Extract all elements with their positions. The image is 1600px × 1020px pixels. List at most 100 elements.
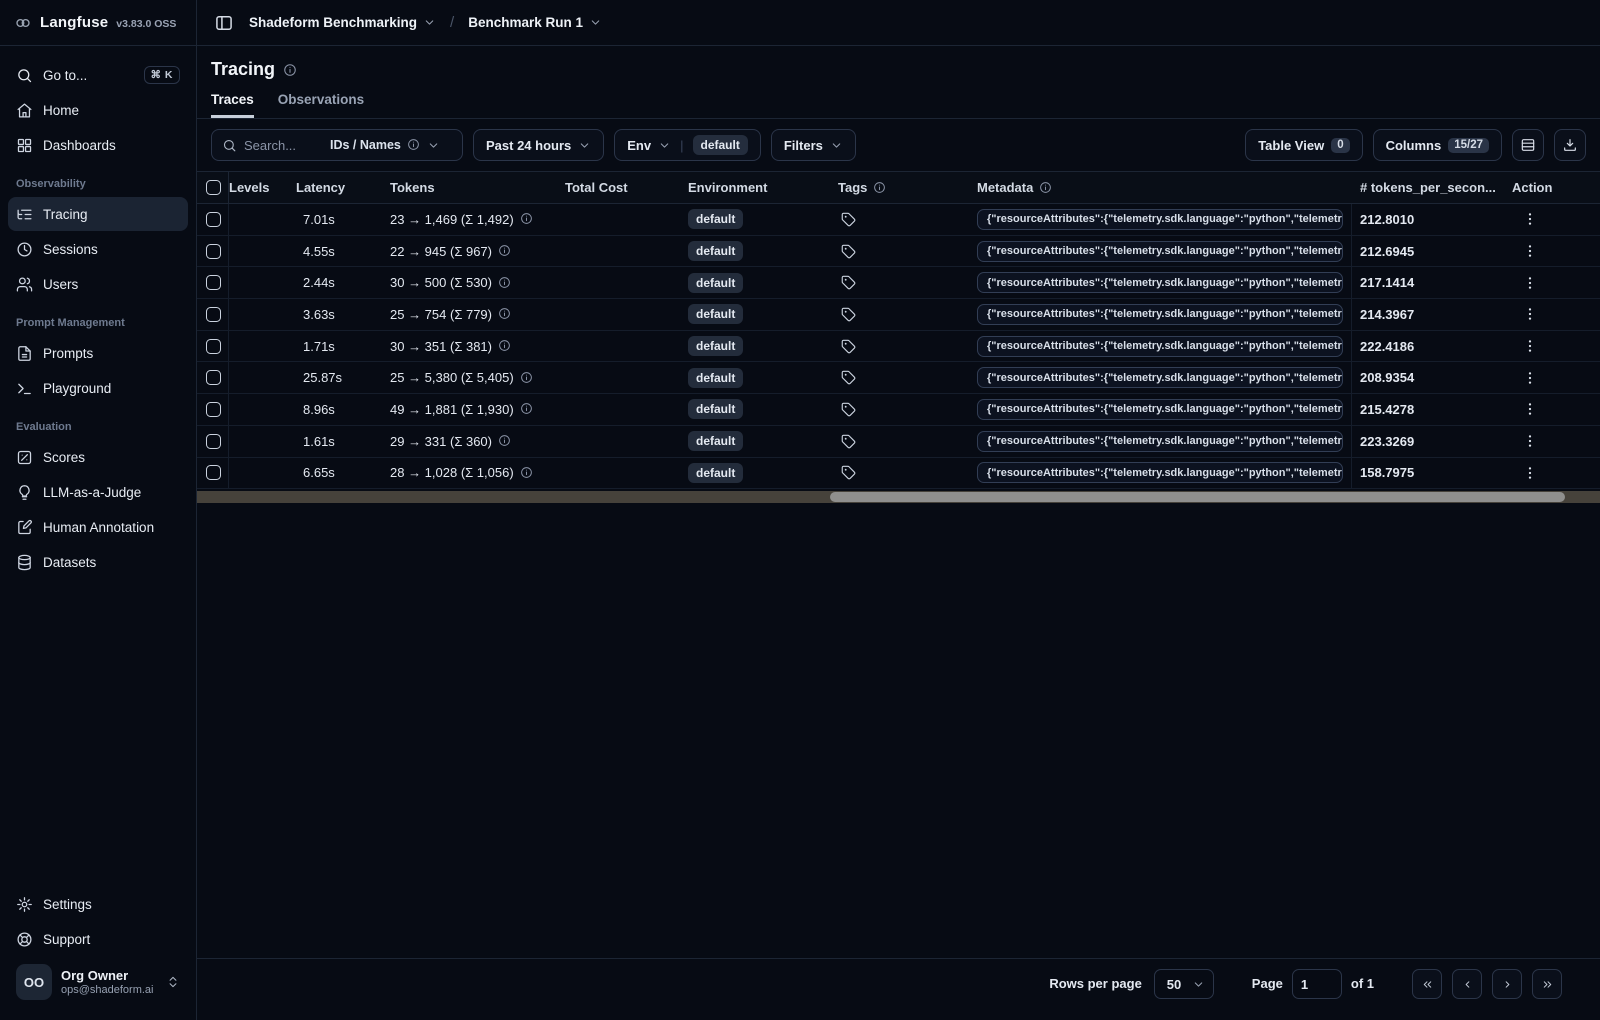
table-row[interactable]: 7.01s 23 → 1,469 (Σ 1,492) default {"res… [197,204,1600,236]
columns-button[interactable]: Columns 15/27 [1372,129,1502,161]
environment-badge: default [688,431,744,452]
environment-filter[interactable]: Env | default [614,129,761,161]
column-header-levels[interactable]: Levels [229,180,296,195]
info-icon [520,402,534,416]
sidebar-item-playground[interactable]: Playground [8,371,188,405]
sidebar-item-prompts[interactable]: Prompts [8,336,188,370]
row-checkbox[interactable] [206,370,221,386]
metadata-chip[interactable]: {"resourceAttributes":{"telemetry.sdk.la… [977,208,1343,230]
account-menu[interactable]: OO Org Owner ops@shadeform.ai [8,956,188,1012]
sidebar-item-users[interactable]: Users [8,267,188,301]
column-header-tags[interactable]: Tags [838,180,975,195]
row-checkbox[interactable] [206,306,221,322]
file-text-icon [16,345,33,362]
sidebar-item-scores[interactable]: Scores [8,440,188,474]
next-page-button[interactable] [1492,969,1522,999]
metadata-chip[interactable]: {"resourceAttributes":{"telemetry.sdk.la… [977,367,1343,389]
row-checkbox[interactable] [206,243,221,259]
tab-traces[interactable]: Traces [211,92,254,118]
column-header-total-cost[interactable]: Total Cost [565,180,688,195]
table-row[interactable]: 3.63s 25 → 754 (Σ 779) default {"resourc… [197,299,1600,331]
sidebar-item-settings[interactable]: Settings [8,887,188,921]
metadata-chip[interactable]: {"resourceAttributes":{"telemetry.sdk.la… [977,462,1343,484]
kebab-menu-icon[interactable] [1522,401,1538,417]
table-row[interactable]: 8.96s 49 → 1,881 (Σ 1,930) default {"res… [197,394,1600,426]
sidebar-item-human-annotation[interactable]: Human Annotation [8,510,188,544]
tag-icon[interactable] [841,465,856,480]
row-checkbox[interactable] [206,211,221,227]
select-all-checkbox[interactable] [206,180,221,195]
rows-per-page-select[interactable]: 50 [1153,969,1214,999]
sidebar-item-llm-as-a-judge[interactable]: LLM-as-a-Judge [8,475,188,509]
sidebar-item-datasets[interactable]: Datasets [8,545,188,579]
kebab-menu-icon[interactable] [1522,370,1538,386]
column-header-latency[interactable]: Latency [296,180,390,195]
time-range-label: Past 24 hours [486,137,572,153]
tag-icon[interactable] [841,275,856,290]
tag-icon[interactable] [841,307,856,322]
table-row[interactable]: 4.55s 22 → 945 (Σ 967) default {"resourc… [197,235,1600,268]
goto-search-button[interactable]: Go to... ⌘ K [8,58,188,92]
environment-badge: default [688,336,744,357]
metadata-chip[interactable]: {"resourceAttributes":{"telemetry.sdk.la… [977,240,1343,262]
metadata-chip[interactable]: {"resourceAttributes":{"telemetry.sdk.la… [977,272,1343,294]
table-row[interactable]: 6.65s 28 → 1,028 (Σ 1,056) default {"res… [197,457,1600,490]
column-header-tokens[interactable]: Tokens [390,180,565,195]
tab-observations[interactable]: Observations [278,92,364,118]
time-range-dropdown[interactable]: Past 24 hours [473,129,605,161]
project-switcher[interactable]: Benchmark Run 1 [468,15,602,30]
tag-icon[interactable] [841,434,856,449]
sidebar-item-support[interactable]: Support [8,922,188,956]
sidebar-item-tracing[interactable]: Tracing [8,197,188,231]
search-container[interactable]: IDs / Names [211,129,463,161]
row-height-button[interactable] [1512,129,1544,161]
filters-dropdown[interactable]: Filters [770,129,856,161]
org-switcher[interactable]: Shadeform Benchmarking [249,15,436,30]
sidebar-item-home[interactable]: Home [8,93,188,127]
tag-icon[interactable] [841,212,856,227]
tag-icon[interactable] [841,339,856,354]
previous-page-button[interactable] [1452,969,1482,999]
avatar: OO [16,964,52,1000]
first-page-button[interactable] [1412,969,1442,999]
row-checkbox[interactable] [206,433,221,449]
search-mode-dropdown[interactable]: IDs / Names [330,138,440,152]
column-header-environment[interactable]: Environment [688,180,838,195]
metadata-chip[interactable]: {"resourceAttributes":{"telemetry.sdk.la… [977,335,1343,357]
row-checkbox[interactable] [206,401,221,417]
tag-icon[interactable] [841,244,856,259]
sidebar-item-sessions[interactable]: Sessions [8,232,188,266]
sidebar-toggle-icon[interactable] [211,10,237,36]
table-row[interactable]: 1.61s 29 → 331 (Σ 360) default {"resourc… [197,425,1600,458]
row-checkbox[interactable] [206,338,221,354]
table-view-button[interactable]: Table View 0 [1245,129,1363,161]
tag-icon[interactable] [841,370,856,385]
page-number-input[interactable] [1291,969,1342,999]
metadata-chip[interactable]: {"resourceAttributes":{"telemetry.sdk.la… [977,430,1343,452]
table-row[interactable]: 2.44s 30 → 500 (Σ 530) default {"resourc… [197,267,1600,300]
environment-badge: default [688,462,744,483]
search-input[interactable] [244,137,322,153]
row-checkbox[interactable] [206,465,221,481]
sidebar-item-dashboards[interactable]: Dashboards [8,128,188,162]
column-header-metadata[interactable]: Metadata [975,172,1352,203]
metadata-chip[interactable]: {"resourceAttributes":{"telemetry.sdk.la… [977,303,1343,325]
last-page-button[interactable] [1532,969,1562,999]
row-checkbox[interactable] [206,275,221,291]
table-row[interactable]: 25.87s 25 → 5,380 (Σ 5,405) default {"re… [197,362,1600,395]
horizontal-scrollbar[interactable] [197,491,1600,504]
column-header-tokens-per-second[interactable]: # tokens_per_secon... [1352,180,1508,195]
kebab-menu-icon[interactable] [1522,338,1538,354]
kebab-menu-icon[interactable] [1522,211,1538,227]
latency-cell: 2.44s [303,275,335,291]
scrollbar-thumb[interactable] [829,492,1565,503]
metadata-chip[interactable]: {"resourceAttributes":{"telemetry.sdk.la… [977,398,1343,420]
kebab-menu-icon[interactable] [1522,275,1538,291]
kebab-menu-icon[interactable] [1522,306,1538,322]
tag-icon[interactable] [841,402,856,417]
export-button[interactable] [1554,129,1586,161]
kebab-menu-icon[interactable] [1522,465,1538,481]
kebab-menu-icon[interactable] [1522,243,1538,259]
kebab-menu-icon[interactable] [1522,433,1538,449]
table-row[interactable]: 1.71s 30 → 351 (Σ 381) default {"resourc… [197,330,1600,363]
